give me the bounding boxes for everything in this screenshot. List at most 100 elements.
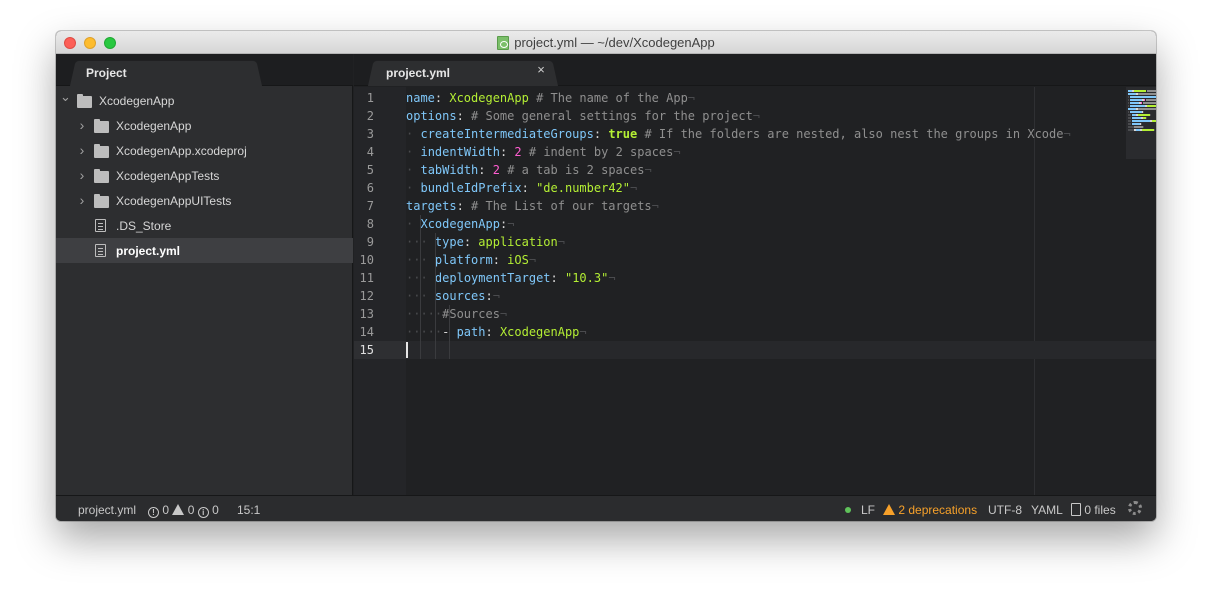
code-token: createIntermediateGroups bbox=[420, 127, 594, 141]
code-line[interactable]: options: # Some general settings for the… bbox=[406, 107, 760, 125]
yaml-file-icon bbox=[497, 35, 510, 50]
active-line-highlight bbox=[406, 341, 1156, 359]
code-token: ¬ bbox=[507, 217, 515, 231]
chevron-right-icon[interactable]: › bbox=[77, 168, 87, 182]
tree-file-item[interactable]: project.yml bbox=[56, 238, 353, 263]
close-tab-icon[interactable]: × bbox=[535, 63, 547, 77]
minimap-stroke bbox=[1130, 105, 1145, 107]
code-token: ¬ bbox=[673, 145, 681, 159]
line-number[interactable]: 6 bbox=[354, 179, 374, 197]
code-token: : bbox=[485, 289, 493, 303]
minimap-stroke bbox=[1154, 129, 1155, 131]
code-token: ¬ bbox=[492, 289, 500, 303]
tree-folder-item[interactable]: › XcodegenAppTests bbox=[56, 163, 353, 188]
title-bar: project.yml — ~/dev/XcodegenApp bbox=[56, 31, 1156, 54]
minimap-stroke bbox=[1141, 123, 1142, 125]
minimap-stroke bbox=[1144, 99, 1145, 101]
folder-icon bbox=[77, 94, 92, 108]
code-token: ¬ bbox=[687, 91, 696, 105]
wrap-guide bbox=[1034, 87, 1035, 495]
tree-item-label: XcodegenAppTests bbox=[116, 168, 220, 183]
code-token: ¬ bbox=[752, 109, 761, 123]
line-number[interactable]: 9 bbox=[354, 233, 374, 251]
minimap-stroke bbox=[1147, 105, 1156, 107]
deprecations-label: 2 deprecations bbox=[898, 503, 978, 517]
code-line[interactable]: ··· type: application¬ bbox=[406, 233, 565, 251]
warning-icon bbox=[172, 504, 185, 515]
github-files[interactable]: 0 files bbox=[1071, 503, 1116, 517]
chevron-right-icon[interactable]: › bbox=[77, 118, 87, 132]
window-title-group: project.yml — ~/dev/XcodegenApp bbox=[56, 31, 1156, 54]
line-number[interactable]: 2 bbox=[354, 107, 374, 125]
line-number[interactable]: 5 bbox=[354, 161, 374, 179]
tab-project-label: Project bbox=[86, 66, 127, 80]
code-token: ··· bbox=[406, 253, 428, 267]
code-line[interactable]: · bundleIdPrefix: "de.number42"¬ bbox=[406, 179, 637, 197]
tree-folder-item[interactable]: › XcodegenApp.xcodeproj bbox=[56, 138, 353, 163]
code-line[interactable]: ·····- path: XcodegenApp¬ bbox=[406, 323, 587, 341]
linter-counts[interactable]: ! 0 0 i 0 bbox=[148, 503, 219, 518]
code-line[interactable]: ··· platform: iOS¬ bbox=[406, 251, 536, 269]
info-icon: i bbox=[197, 507, 209, 518]
code-line[interactable]: ·····#Sources¬ bbox=[406, 305, 507, 323]
code-token: # The name of the App bbox=[536, 91, 688, 105]
code-token: 2 bbox=[492, 163, 500, 177]
chevron-down-icon[interactable]: ⌄ bbox=[60, 90, 71, 103]
code-token: name bbox=[406, 91, 435, 105]
code-line[interactable]: · createIntermediateGroups: true # If th… bbox=[406, 125, 1071, 143]
status-filename[interactable]: project.yml bbox=[78, 503, 136, 517]
line-number[interactable]: 15 bbox=[354, 341, 374, 359]
code-line[interactable]: name: XcodegenApp # The name of the App¬ bbox=[406, 89, 695, 107]
tree-file-item[interactable]: .DS_Store bbox=[56, 213, 353, 238]
minimap[interactable] bbox=[1126, 87, 1156, 159]
indent-guide bbox=[449, 305, 450, 359]
line-number[interactable]: 4 bbox=[354, 143, 374, 161]
code-token: ¬ bbox=[651, 199, 659, 213]
code-token: # indent by 2 spaces bbox=[528, 145, 674, 159]
code-token: application bbox=[478, 235, 558, 249]
tree-folder-item[interactable]: ⌄ XcodegenApp bbox=[56, 88, 353, 113]
folder-icon bbox=[94, 144, 109, 158]
code-token: : bbox=[485, 325, 500, 339]
cursor-position[interactable]: 15:1 bbox=[237, 503, 260, 517]
line-number[interactable]: 13 bbox=[354, 305, 374, 323]
grammar[interactable]: YAML bbox=[1031, 503, 1063, 517]
code-token: : bbox=[456, 199, 472, 213]
code-line[interactable]: · XcodegenApp:¬ bbox=[406, 215, 514, 233]
indent-guide bbox=[435, 233, 436, 359]
line-number[interactable]: 1 bbox=[354, 89, 374, 107]
code-line[interactable]: targets: # The List of our targets¬ bbox=[406, 197, 659, 215]
line-number[interactable]: 14 bbox=[354, 323, 374, 341]
code-line[interactable]: ··· deploymentTarget: "10.3"¬ bbox=[406, 269, 616, 287]
code-token: targets bbox=[406, 199, 457, 213]
minimap-stroke bbox=[1128, 123, 1131, 125]
code-token: # Some general settings for the project bbox=[471, 109, 753, 123]
chevron-right-icon[interactable]: › bbox=[77, 143, 87, 157]
code-line[interactable]: · indentWidth: 2 # indent by 2 spaces¬ bbox=[406, 143, 681, 161]
file-icon bbox=[95, 244, 106, 257]
minimap-stroke bbox=[1128, 117, 1131, 119]
line-number[interactable]: 8 bbox=[354, 215, 374, 233]
line-number[interactable]: 11 bbox=[354, 269, 374, 287]
line-number[interactable]: 3 bbox=[354, 125, 374, 143]
tree-folder-item[interactable]: › XcodegenAppUITests bbox=[56, 188, 353, 213]
line-number[interactable]: 12 bbox=[354, 287, 374, 305]
settings-gear-icon[interactable] bbox=[1128, 501, 1142, 515]
code-token: XcodegenApp bbox=[420, 217, 500, 231]
code-editor[interactable]: name: XcodegenApp # The name of the App¬… bbox=[406, 87, 1156, 495]
sidebar-tab-bar: Project bbox=[56, 54, 353, 86]
project-sidebar: Project ⌄ XcodegenApp › XcodegenApp › Xcodege… bbox=[56, 54, 353, 495]
line-number[interactable]: 10 bbox=[354, 251, 374, 269]
line-number[interactable]: 7 bbox=[354, 197, 374, 215]
encoding[interactable]: UTF-8 bbox=[988, 503, 1022, 517]
code-line[interactable]: · tabWidth: 2 # a tab is 2 spaces¬ bbox=[406, 161, 652, 179]
chevron-right-icon[interactable]: › bbox=[77, 193, 87, 207]
minimap-stroke bbox=[1134, 90, 1146, 92]
tree-folder-item[interactable]: › XcodegenApp bbox=[56, 113, 353, 138]
deprecations-indicator[interactable]: 2 deprecations bbox=[883, 503, 977, 517]
code-token: ¬ bbox=[579, 325, 587, 339]
line-ending[interactable]: LF bbox=[861, 503, 875, 517]
